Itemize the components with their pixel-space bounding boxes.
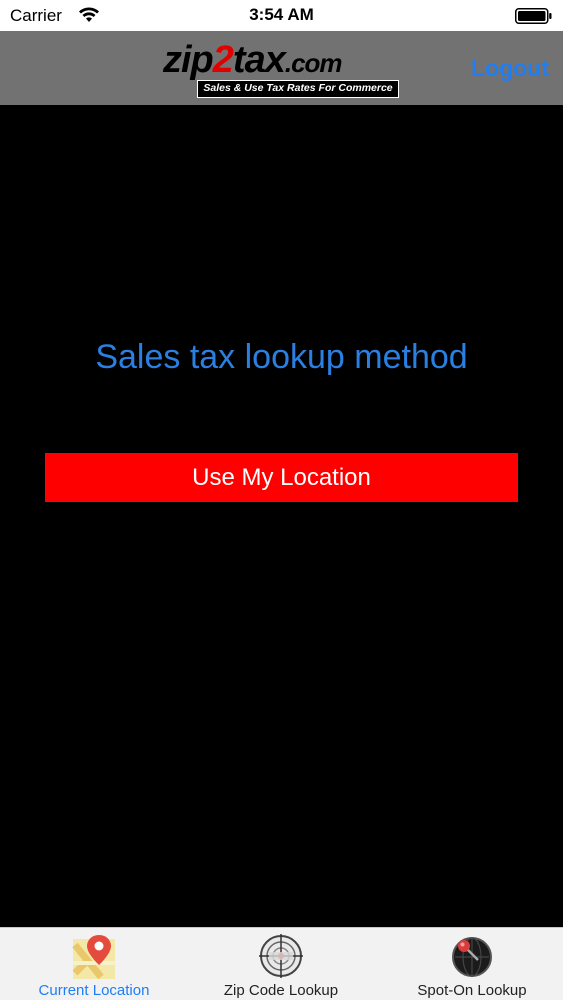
battery-icon bbox=[515, 8, 552, 24]
logo-tagline: Sales & Use Tax Rates For Commerce bbox=[197, 80, 399, 98]
zip2tax-logo: zip2tax.com Sales & Use Tax Rates For Co… bbox=[163, 41, 403, 101]
tab-label-current-location: Current Location bbox=[38, 982, 150, 999]
tab-spot-on-lookup[interactable]: Spot-On Lookup bbox=[392, 928, 552, 1000]
logout-button[interactable]: Logout bbox=[471, 55, 549, 82]
tab-bar: Current Location Zip Code Lookup Spot-On… bbox=[0, 927, 563, 1000]
tab-current-location[interactable]: Current Location bbox=[14, 928, 174, 1000]
globe-pin-icon bbox=[452, 937, 492, 977]
tab-zip-code-lookup[interactable]: Zip Code Lookup bbox=[200, 928, 362, 1000]
lookup-method-title: Sales tax lookup method bbox=[95, 338, 468, 376]
status-time: 3:54 AM bbox=[249, 5, 314, 24]
logo-wordmark: zip2tax.com bbox=[163, 39, 343, 82]
logo-part-tax: tax bbox=[232, 39, 286, 81]
logo-part-2: 2 bbox=[212, 39, 234, 81]
logo-part-domain: .com bbox=[284, 48, 343, 78]
tab-label-spot-on-lookup: Spot-On Lookup bbox=[417, 982, 527, 999]
nav-bar: zip2tax.com Sales & Use Tax Rates For Co… bbox=[0, 31, 563, 105]
tab-label-zip-code-lookup: Zip Code Lookup bbox=[223, 982, 339, 999]
main-content: Sales tax lookup method Use My Location bbox=[0, 105, 563, 927]
target-icon bbox=[259, 934, 303, 978]
map-pin-icon bbox=[72, 935, 115, 979]
status-bar: Carrier 3:54 AM bbox=[0, 0, 563, 31]
use-my-location-button[interactable]: Use My Location bbox=[45, 453, 518, 502]
logo-part-zip: zip bbox=[163, 39, 214, 81]
